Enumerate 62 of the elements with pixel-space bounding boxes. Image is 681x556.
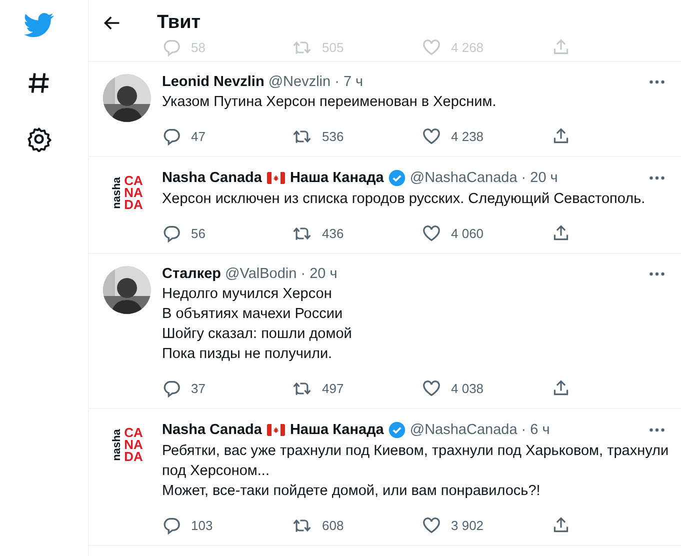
tweet-text: Ребятки, вас уже трахнули под Киевом, трахнули под Харьковом, трахнули под Херсоном...	[162, 442, 669, 481]
separator-dot: ·	[521, 422, 526, 438]
share-icon[interactable]	[552, 516, 570, 534]
retweet-count: 536	[322, 128, 344, 144]
page-title: Твит	[157, 12, 201, 34]
user-name[interactable]: Leonid Nevzlin	[162, 74, 264, 90]
user-name[interactable]: Nasha Canada	[162, 170, 262, 186]
reply-count: 37	[191, 380, 206, 396]
heart-icon[interactable]	[422, 126, 441, 146]
like-count: 4 060	[451, 226, 484, 240]
user-name[interactable]: Наша Канада	[290, 422, 384, 438]
retweet-count: 436	[322, 226, 344, 240]
user-handle[interactable]: @NashaCanada	[410, 170, 518, 186]
reply-count: 58	[191, 40, 206, 54]
reply-count: 56	[191, 226, 206, 240]
more-icon[interactable]	[649, 175, 665, 181]
retweet-count: 608	[322, 518, 344, 532]
more-icon[interactable]	[649, 79, 665, 85]
tweet-text: Может, все-таки пойдете домой, или вам понравилось?!	[162, 482, 542, 501]
retweet-count: 505	[322, 40, 344, 54]
settings-icon[interactable]	[26, 126, 52, 152]
share-icon[interactable]	[552, 224, 570, 242]
reply-icon[interactable]	[162, 224, 181, 242]
hashtag-icon[interactable]	[26, 70, 52, 96]
separator-dot: ·	[300, 266, 306, 282]
tweet-text: В объятиях мачехи России	[162, 305, 344, 324]
user-name[interactable]: Наша Канада	[290, 170, 384, 186]
user-handle[interactable]: @Nevzlin	[268, 74, 331, 90]
tweet-text: Херсон исключен из списка городов русских. Следующий Севастополь.	[162, 190, 646, 209]
tweet-text: Пока пизды не получили.	[162, 345, 334, 364]
bird-logo-icon[interactable]	[24, 10, 54, 40]
user-handle[interactable]: @ValBodin	[225, 266, 297, 282]
like-count: 4 238	[451, 128, 484, 144]
more-icon[interactable]	[649, 271, 665, 277]
reply-count: 103	[191, 518, 213, 532]
tweet-time[interactable]: 20 ч	[530, 170, 558, 186]
user-name[interactable]: Nasha Canada	[162, 422, 262, 438]
reply-icon[interactable]	[162, 516, 181, 534]
reply-count: 47	[191, 128, 206, 144]
separator-dot: ·	[521, 170, 526, 186]
retweet-count: 497	[322, 380, 344, 396]
more-icon[interactable]	[649, 427, 665, 433]
user-handle[interactable]: @NashaCanada	[410, 422, 518, 438]
like-count: 3 902	[451, 518, 484, 532]
tweet-text: Недолго мучился Херсон	[162, 285, 333, 304]
back-arrow-icon[interactable]	[103, 14, 121, 32]
tweet-time[interactable]: 7 ч	[343, 74, 364, 90]
separator-dot: ·	[334, 74, 340, 90]
reply-icon[interactable]	[162, 126, 181, 146]
tweet-time[interactable]: 6 ч	[530, 422, 550, 438]
tweet-text: Указом Путина Херсон переименован в Херсним.	[162, 93, 498, 112]
user-name[interactable]: Сталкер	[162, 266, 222, 282]
share-icon[interactable]	[552, 379, 570, 397]
like-count: 4 038	[451, 380, 484, 396]
share-icon[interactable]	[552, 127, 570, 145]
tweet-text: Шойгу сказал: пошли домой	[162, 325, 353, 344]
reply-icon[interactable]	[162, 378, 181, 398]
heart-icon[interactable]	[422, 224, 441, 242]
like-count: 4 268	[451, 40, 484, 54]
heart-icon[interactable]	[422, 516, 441, 534]
tweet-time[interactable]: 20 ч	[310, 266, 338, 282]
heart-icon[interactable]	[422, 378, 441, 398]
